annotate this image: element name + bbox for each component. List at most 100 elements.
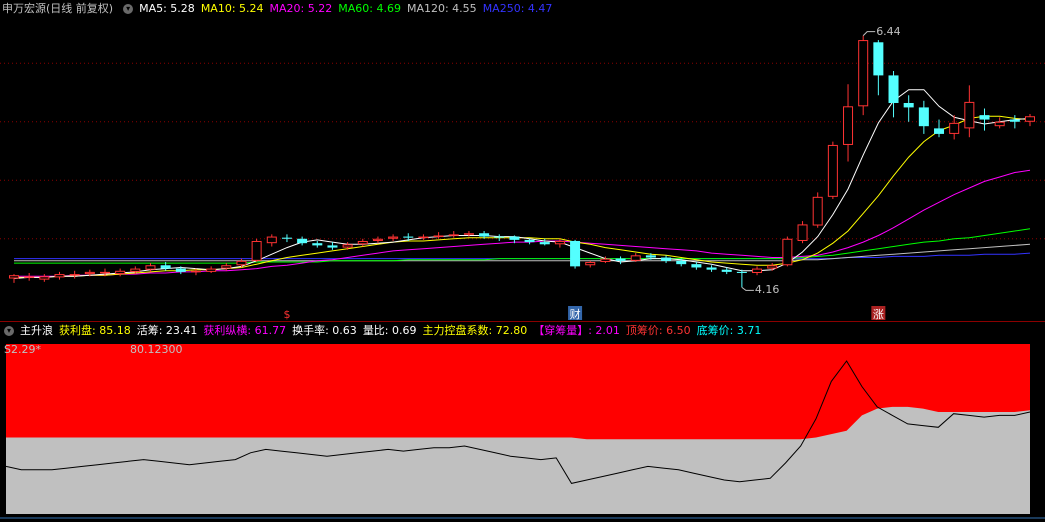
- candle: [1009, 115, 1020, 129]
- candle-body: [251, 240, 262, 261]
- candle: [752, 266, 763, 276]
- candle-body: [509, 236, 520, 240]
- candle-body: [600, 258, 611, 262]
- candle: [1024, 114, 1036, 127]
- candle-body: [918, 107, 929, 127]
- sub-left-value: S2.29*: [4, 343, 41, 356]
- candle-body: [160, 265, 171, 269]
- candle-body: [327, 245, 338, 248]
- candle-body: [221, 265, 232, 269]
- candle: [994, 117, 1005, 129]
- candle: [8, 274, 20, 283]
- candle: [433, 232, 444, 239]
- candle-body: [812, 196, 823, 226]
- candle-body: [8, 275, 20, 279]
- ma5-line: [13, 89, 1031, 279]
- candle-body: [448, 234, 459, 236]
- candle-body: [403, 236, 414, 238]
- candle: [964, 85, 975, 138]
- candle-body: [99, 271, 110, 274]
- candle-body: [676, 260, 687, 265]
- candle-body: [888, 75, 899, 103]
- candle: [24, 272, 35, 281]
- candle: [903, 95, 914, 122]
- candle-body: [266, 236, 277, 244]
- candle-body: [115, 270, 126, 275]
- event-marker: 涨: [873, 308, 884, 321]
- candle: [888, 70, 899, 118]
- candle: [979, 108, 990, 131]
- candle: [312, 240, 323, 248]
- candle-body: [903, 102, 914, 108]
- candle-body: [463, 233, 474, 235]
- candle-body: [190, 270, 201, 273]
- candle-body: [934, 128, 945, 134]
- event-marker: 财: [570, 307, 581, 321]
- candle-body: [357, 240, 368, 245]
- candle-body: [372, 238, 383, 241]
- candle-body: [1024, 116, 1036, 122]
- candle-body: [873, 42, 884, 76]
- candle: [812, 192, 823, 228]
- candle: [357, 238, 368, 247]
- candle-body: [797, 224, 808, 241]
- candle: [797, 221, 808, 244]
- candle: [372, 236, 383, 244]
- candle-body: [281, 237, 292, 239]
- candle-body: [479, 233, 490, 237]
- low-marker-pointer: [741, 286, 754, 291]
- candle-body: [615, 258, 626, 261]
- candle: [297, 236, 308, 246]
- candle-body: [130, 268, 141, 272]
- candle-body: [994, 121, 1005, 127]
- candle-body: [206, 268, 217, 272]
- ma10-line: [14, 115, 1031, 278]
- candle-body: [84, 271, 95, 275]
- candle: [236, 258, 247, 268]
- candle-body: [312, 243, 323, 246]
- candle: [251, 238, 262, 262]
- candle: [691, 261, 702, 270]
- candle-body: [721, 269, 732, 272]
- candle-body: [706, 267, 717, 270]
- candle: [266, 234, 277, 247]
- candle-body: [585, 261, 596, 266]
- candle-body: [736, 271, 747, 273]
- candle-body: [964, 101, 975, 129]
- candle-body: [418, 236, 429, 239]
- candle: [69, 270, 80, 279]
- low-price-label: 4.16: [754, 283, 780, 297]
- candle: [570, 239, 581, 269]
- candle-body: [1009, 119, 1020, 122]
- candle-body: [175, 268, 186, 272]
- candle: [115, 268, 126, 277]
- candle-body: [342, 244, 353, 248]
- candle-body: [554, 240, 565, 245]
- event-marker: $: [283, 308, 290, 321]
- candle: [327, 242, 338, 250]
- candle: [843, 84, 854, 162]
- candle: [873, 40, 884, 96]
- candle-body: [645, 255, 656, 258]
- candle: [494, 234, 505, 241]
- candle: [615, 256, 626, 265]
- candle-body: [630, 255, 641, 261]
- candle-body: [494, 236, 505, 238]
- candle: [54, 271, 65, 280]
- candle: [918, 100, 929, 134]
- high-marker-pointer: [862, 31, 876, 37]
- candle: [661, 255, 672, 264]
- candle-body: [54, 274, 65, 278]
- candle: [630, 253, 641, 262]
- candle-body: [433, 235, 444, 237]
- candle: [782, 236, 793, 267]
- candlestick-chart[interactable]: $ 财 涨: [0, 0, 1045, 322]
- candle: [206, 266, 217, 273]
- candle-body: [524, 239, 535, 243]
- candle: [827, 141, 838, 200]
- candle: [585, 260, 596, 268]
- candle-body: [297, 238, 308, 244]
- candle: [736, 269, 747, 288]
- candle-body: [236, 260, 247, 266]
- candle-body: [691, 264, 702, 268]
